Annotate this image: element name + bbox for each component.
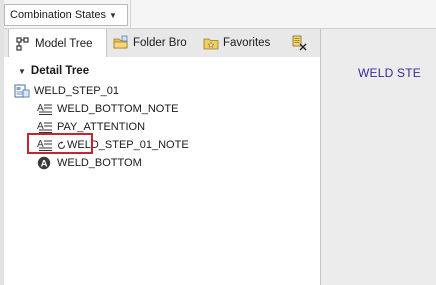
tab-layer-tree[interactable] <box>285 29 313 57</box>
tab-folder-browser[interactable]: Folder Bro <box>107 29 197 57</box>
navigator-tab-bar: Model Tree Folder Bro Favorites <box>4 29 320 58</box>
drawing-icon <box>14 84 30 98</box>
detail-tree-title: Detail Tree <box>30 65 90 77</box>
note-icon: A <box>37 103 52 115</box>
graphics-area[interactable]: WELD STE <box>321 29 436 285</box>
tab-folder-browser-label: Folder Bro <box>133 37 187 49</box>
favorites-icon <box>203 38 219 50</box>
layer-tree-icon <box>292 35 307 51</box>
toolbar-separator <box>130 0 131 28</box>
note-icon: A <box>37 121 52 133</box>
combination-states-dropdown[interactable]: Combination States ▼ <box>4 4 128 26</box>
combination-states-label: Combination States <box>10 9 106 21</box>
tab-favorites[interactable]: Favorites <box>197 29 281 57</box>
highlight-box <box>27 133 93 154</box>
detail-tree-header[interactable]: ▼ Detail Tree <box>18 64 89 78</box>
tree-item-label: WELD_BOTTOM <box>57 157 142 169</box>
tab-model-tree-label: Model Tree <box>35 37 93 50</box>
tree-root-item[interactable]: WELD_STEP_01 <box>14 83 119 99</box>
tree-item-label: PAY_ATTENTION <box>57 121 146 133</box>
tab-favorites-label: Favorites <box>223 37 271 49</box>
tab-model-tree[interactable]: Model Tree <box>8 29 107 58</box>
chevron-down-icon: ▼ <box>109 10 117 20</box>
tree-item-weld-bottom[interactable]: A WELD_BOTTOM <box>37 155 142 171</box>
model-tree-icon <box>16 36 29 51</box>
tree-item-weld-bottom-note[interactable]: A WELD_BOTTOM_NOTE <box>37 101 178 117</box>
graphics-note-text: WELD STE <box>358 66 421 80</box>
collapse-triangle-icon[interactable]: ▼ <box>18 67 26 76</box>
tree-item-label: WELD_BOTTOM_NOTE <box>57 103 179 115</box>
symbol-icon: A <box>37 156 51 170</box>
folder-browser-icon <box>113 35 128 49</box>
svg-text:A: A <box>41 159 48 170</box>
tree-root-label: WELD_STEP_01 <box>34 85 119 97</box>
